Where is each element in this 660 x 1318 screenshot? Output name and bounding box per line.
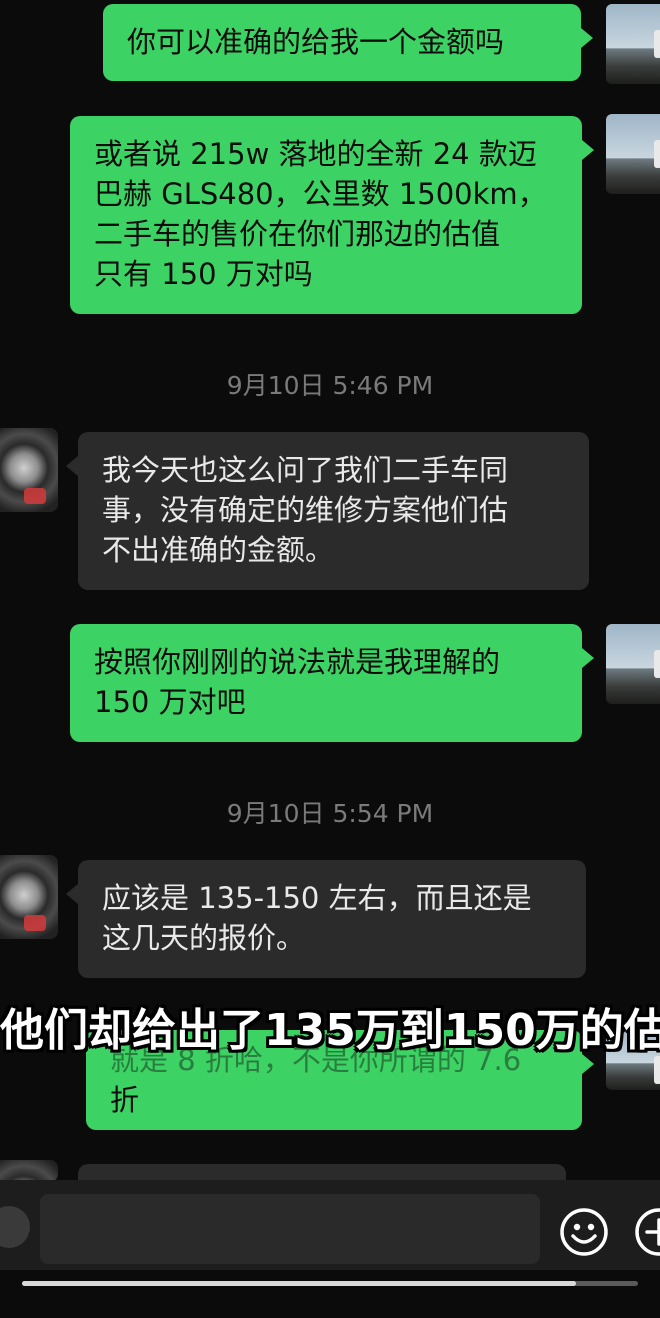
timestamp: 9月10日 5:46 PM bbox=[226, 371, 434, 400]
contact-avatar[interactable] bbox=[0, 855, 58, 939]
message-text-line: 这几天的报价。 bbox=[102, 921, 306, 955]
self-avatar[interactable] bbox=[606, 624, 660, 704]
smiley-icon[interactable] bbox=[558, 1206, 610, 1258]
message-text-line: 只有 150 万对吗 bbox=[94, 257, 313, 291]
contact-avatar[interactable] bbox=[0, 1160, 58, 1182]
message-bubble-outgoing[interactable]: 你可以准确的给我一个金额吗 bbox=[103, 4, 593, 81]
self-avatar[interactable] bbox=[606, 114, 660, 194]
message-text-line: 二手车的售价在你们那边的估值 bbox=[94, 217, 501, 251]
message-text-line: 150 万对吧 bbox=[94, 685, 246, 719]
message-bubble-outgoing[interactable]: 按照你刚刚的说法就是我理解的 150 万对吧 bbox=[70, 624, 594, 742]
message-text-line: 折 bbox=[110, 1083, 140, 1117]
message-text-line: 按照你刚刚的说法就是我理解的 bbox=[94, 645, 501, 679]
message-text-line: 或者说 215w 落地的全新 24 款迈 bbox=[94, 137, 537, 171]
bottom-area bbox=[0, 1290, 660, 1318]
message-bubble-incoming[interactable]: 应该是 135-150 左右，而且还是 这几天的报价。 bbox=[66, 860, 586, 978]
timestamp: 9月10日 5:54 PM bbox=[226, 799, 434, 828]
message-bubble-incoming[interactable] bbox=[78, 1164, 566, 1180]
contact-avatar[interactable] bbox=[0, 428, 58, 512]
video-progress-bar[interactable] bbox=[22, 1281, 638, 1286]
message-text: 你可以准确的给我一个金额吗 bbox=[127, 25, 505, 59]
message-text-line: 不出准确的金额。 bbox=[102, 533, 335, 567]
message-bubble-outgoing[interactable]: 或者说 215w 落地的全新 24 款迈 巴赫 GLS480，公里数 1500k… bbox=[70, 116, 594, 314]
self-avatar[interactable] bbox=[606, 4, 660, 84]
message-text-line: 事，没有确定的维修方案他们估 bbox=[102, 493, 509, 527]
message-text-line: 巴赫 GLS480，公里数 1500km， bbox=[94, 177, 547, 211]
video-progress-fill bbox=[22, 1281, 577, 1286]
plus-circle-icon[interactable] bbox=[633, 1206, 660, 1258]
message-bubble-incoming[interactable]: 我今天也这么问了我们二手车同 事，没有确定的维修方案他们估 不出准确的金额。 bbox=[66, 432, 589, 590]
video-caption: 他们却给出了135万到150万的估价 bbox=[0, 1005, 660, 1056]
message-text-line: 应该是 135-150 左右，而且还是 bbox=[102, 881, 532, 915]
message-text-line: 我今天也这么问了我们二手车同 bbox=[102, 453, 509, 487]
message-input[interactable] bbox=[40, 1194, 540, 1264]
